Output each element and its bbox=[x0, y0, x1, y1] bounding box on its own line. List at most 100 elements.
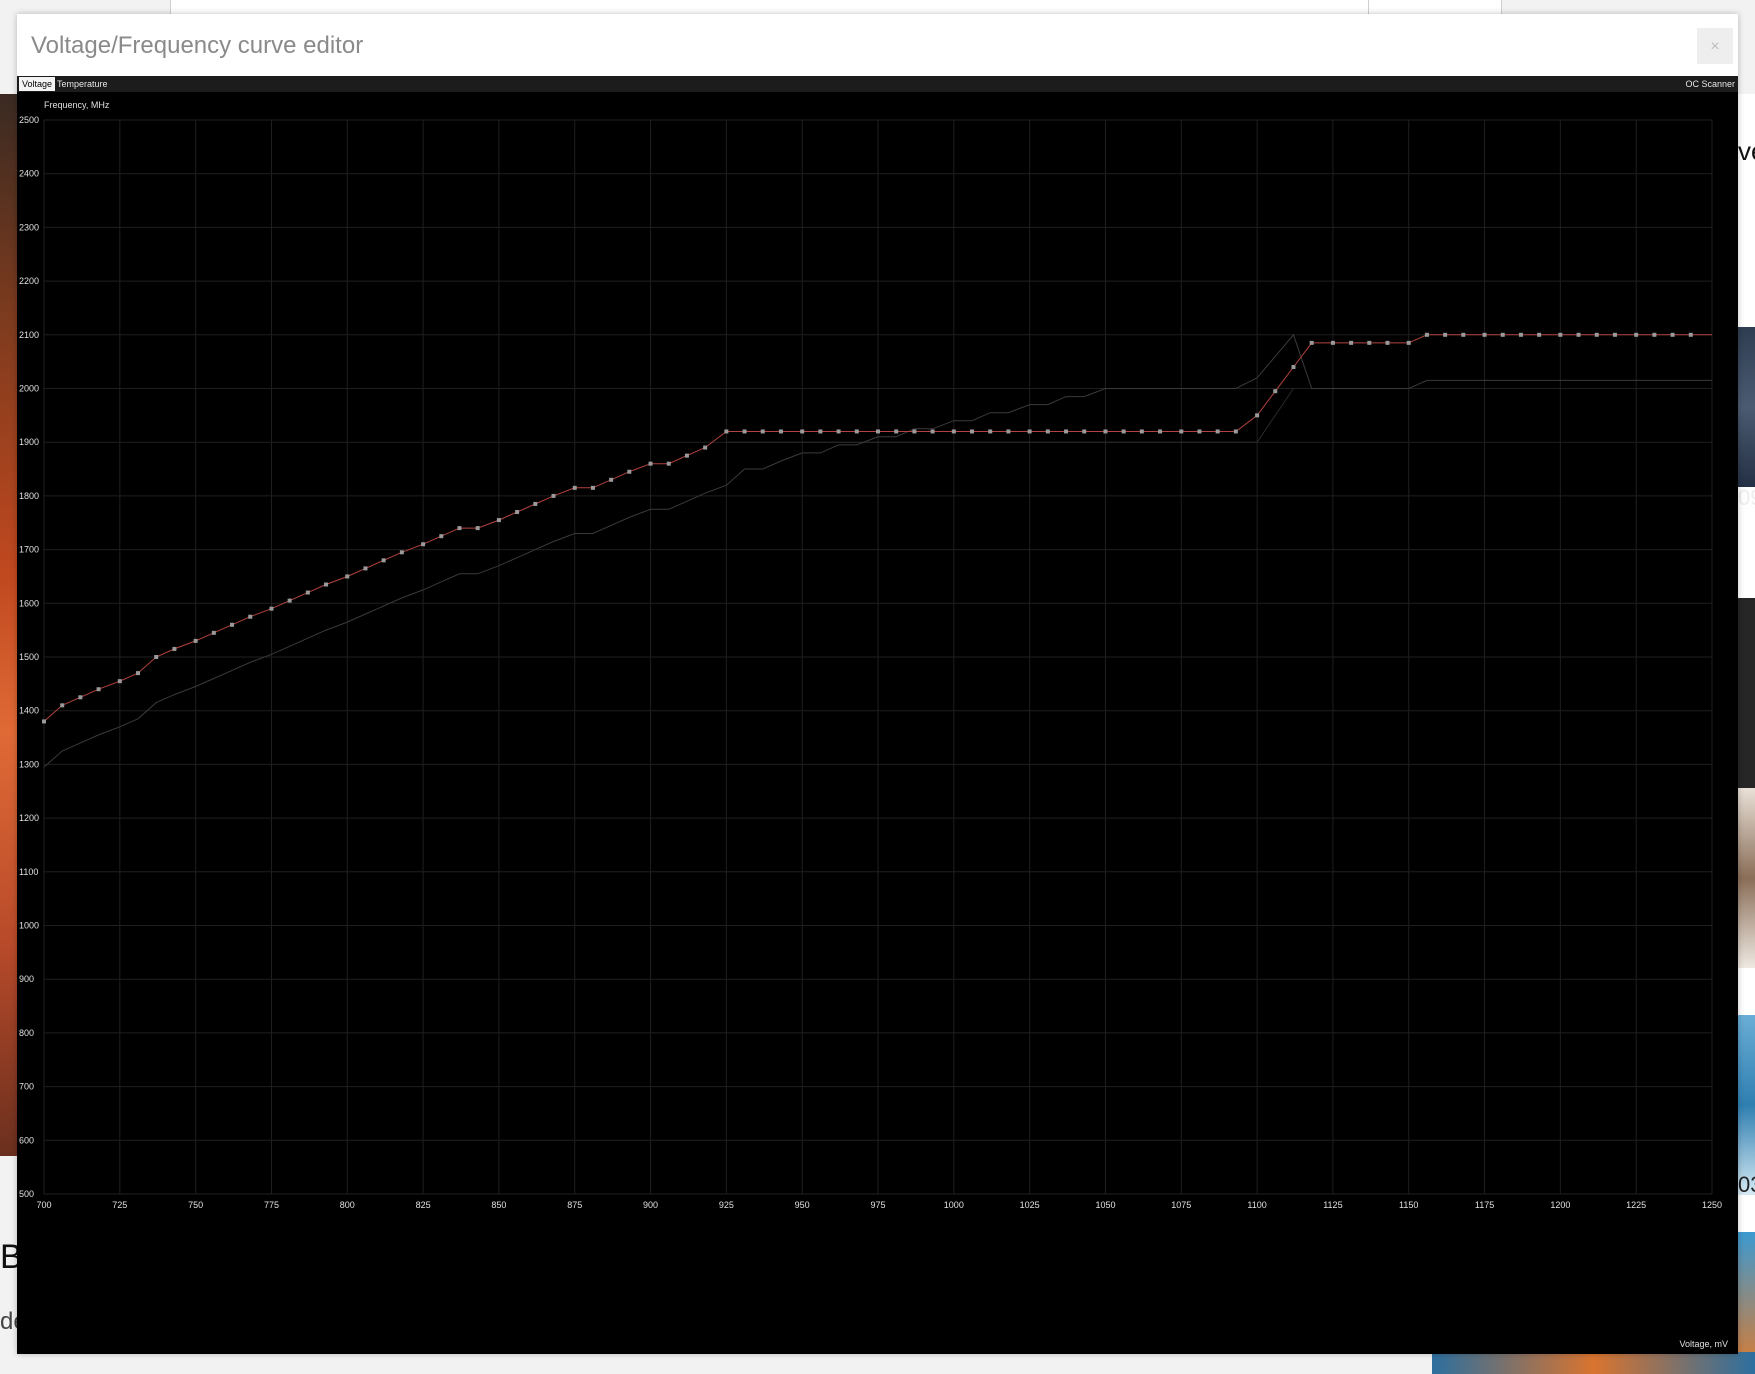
curve-point[interactable] bbox=[627, 469, 632, 474]
curve-point[interactable] bbox=[970, 429, 975, 434]
curve-point[interactable] bbox=[211, 630, 216, 635]
curve-point[interactable] bbox=[230, 622, 235, 627]
curve-point[interactable] bbox=[248, 614, 253, 619]
curve-point[interactable] bbox=[381, 558, 386, 563]
x-tick-label: 1200 bbox=[1550, 1200, 1570, 1210]
curve-point[interactable] bbox=[96, 687, 101, 692]
curve-point[interactable] bbox=[1670, 332, 1675, 337]
curve-point[interactable] bbox=[1215, 429, 1220, 434]
curve-point[interactable] bbox=[1537, 332, 1542, 337]
curve-point[interactable] bbox=[912, 429, 917, 434]
curve-point[interactable] bbox=[894, 429, 899, 434]
curve-point[interactable] bbox=[457, 526, 462, 531]
curve-point[interactable] bbox=[363, 566, 368, 571]
curve-point[interactable] bbox=[1158, 429, 1163, 434]
curve-point[interactable] bbox=[172, 646, 177, 651]
curve-point[interactable] bbox=[1006, 429, 1011, 434]
curve-point[interactable] bbox=[496, 518, 501, 523]
curve-point[interactable] bbox=[1500, 332, 1505, 337]
curve-point[interactable] bbox=[760, 429, 765, 434]
curve-point[interactable] bbox=[475, 526, 480, 531]
curve-point[interactable] bbox=[154, 655, 159, 659]
x-tick-label: 1025 bbox=[1020, 1200, 1040, 1210]
curve-point[interactable] bbox=[800, 429, 805, 434]
curve-point[interactable] bbox=[345, 574, 350, 579]
curve-point[interactable] bbox=[1255, 413, 1260, 418]
curve-point[interactable] bbox=[60, 703, 65, 708]
curve-point[interactable] bbox=[742, 429, 747, 434]
curve-point[interactable] bbox=[117, 679, 122, 684]
oc-scanner-button[interactable]: OC Scanner bbox=[1685, 77, 1735, 91]
curve-point[interactable] bbox=[533, 501, 538, 506]
curve-point[interactable] bbox=[1330, 340, 1335, 345]
curve-point[interactable] bbox=[1367, 340, 1372, 345]
background-partial-text: 03 bbox=[1738, 1172, 1755, 1197]
dialog-title: Voltage/Frequency curve editor bbox=[31, 32, 364, 59]
curve-point[interactable] bbox=[854, 429, 859, 434]
background-bottom-image bbox=[1432, 1352, 1755, 1374]
curve-point[interactable] bbox=[1594, 332, 1599, 337]
curve-point[interactable] bbox=[1443, 332, 1448, 337]
curve-point[interactable] bbox=[1027, 429, 1032, 434]
curve-point[interactable] bbox=[818, 429, 823, 434]
curve-point[interactable] bbox=[590, 485, 595, 490]
curve-point[interactable] bbox=[1179, 429, 1184, 434]
curve-point[interactable] bbox=[648, 461, 653, 466]
curve-point[interactable] bbox=[324, 582, 329, 587]
curve-point[interactable] bbox=[551, 493, 556, 498]
curve-point[interactable] bbox=[1103, 429, 1108, 434]
x-tick-label: 1100 bbox=[1247, 1200, 1266, 1210]
curve-point[interactable] bbox=[1121, 429, 1126, 434]
curve-point[interactable] bbox=[1634, 332, 1639, 337]
curve-point[interactable] bbox=[399, 550, 404, 555]
curve-point[interactable] bbox=[421, 542, 426, 547]
curve-point[interactable] bbox=[609, 477, 614, 482]
curve-point[interactable] bbox=[1558, 332, 1563, 337]
curve-point[interactable] bbox=[1385, 340, 1390, 345]
curve-point[interactable] bbox=[193, 638, 198, 643]
curve-point[interactable] bbox=[1064, 429, 1069, 434]
curve-point[interactable] bbox=[666, 461, 671, 466]
tab-voltage[interactable]: Voltage bbox=[19, 77, 56, 91]
curve-point[interactable] bbox=[988, 429, 993, 434]
curve-point[interactable] bbox=[78, 695, 83, 700]
curve-point[interactable] bbox=[572, 485, 577, 490]
curve-point[interactable] bbox=[1461, 332, 1466, 337]
close-button[interactable]: × bbox=[1697, 28, 1733, 64]
curve-point[interactable] bbox=[42, 719, 46, 724]
curve-point[interactable] bbox=[1233, 429, 1238, 434]
curve-point[interactable] bbox=[1139, 429, 1144, 434]
curve-point[interactable] bbox=[724, 429, 729, 434]
vf-curve-chart[interactable]: 500 600 700 800 900 1000 1100 1200 1300 1400 1500 1… bbox=[17, 92, 1738, 1354]
curve-point[interactable] bbox=[1518, 332, 1523, 337]
curve-point[interactable] bbox=[1082, 429, 1087, 434]
curve-point[interactable] bbox=[515, 510, 520, 515]
curve-point[interactable] bbox=[1576, 332, 1581, 337]
tab-temperature[interactable]: Temperature bbox=[54, 77, 111, 91]
curve-point[interactable] bbox=[269, 606, 274, 611]
curve-point[interactable] bbox=[1045, 429, 1050, 434]
curve-point[interactable] bbox=[287, 598, 292, 603]
curve-point[interactable] bbox=[1482, 332, 1487, 337]
chart-canvas[interactable]: 500 600 700 800 900 1000 1100 1200 1300 1400 1500 1… bbox=[17, 92, 1738, 1354]
curve-point[interactable] bbox=[951, 429, 956, 434]
curve-point[interactable] bbox=[836, 429, 841, 434]
curve-point[interactable] bbox=[778, 429, 783, 434]
curve-point[interactable] bbox=[1349, 340, 1354, 345]
curve-point[interactable] bbox=[136, 671, 141, 676]
curve-point[interactable] bbox=[930, 429, 935, 434]
curve-point[interactable] bbox=[305, 590, 310, 595]
curve-point[interactable] bbox=[1652, 332, 1657, 337]
curve-point[interactable] bbox=[1688, 332, 1693, 337]
curve-point[interactable] bbox=[1291, 365, 1296, 370]
curve-point[interactable] bbox=[1424, 332, 1429, 337]
curve-point[interactable] bbox=[1197, 429, 1202, 434]
curve-point[interactable] bbox=[876, 429, 880, 434]
curve-point[interactable] bbox=[1273, 389, 1278, 394]
curve-point[interactable] bbox=[684, 453, 689, 458]
curve-point[interactable] bbox=[1612, 332, 1617, 337]
curve-point[interactable] bbox=[1309, 340, 1314, 345]
curve-point[interactable] bbox=[439, 534, 444, 539]
curve-point[interactable] bbox=[1406, 340, 1411, 345]
curve-point[interactable] bbox=[703, 445, 708, 450]
